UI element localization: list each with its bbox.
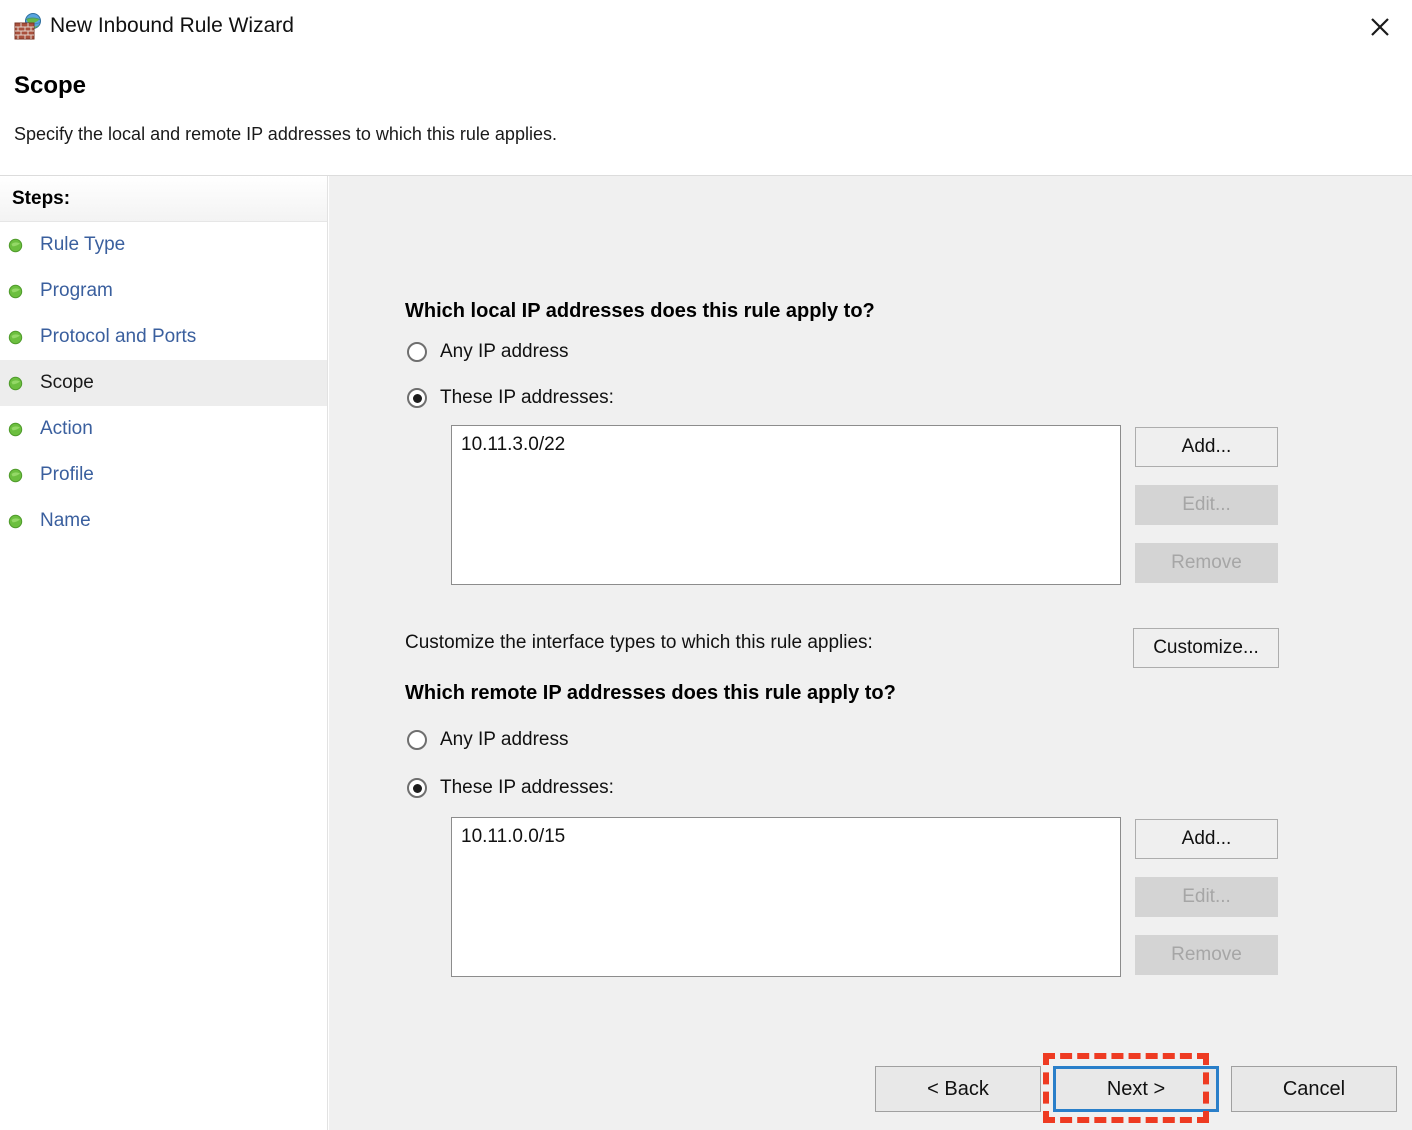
local-ip-heading: Which local IP addresses does this rule … — [405, 300, 875, 322]
next-button[interactable]: Next > — [1053, 1066, 1219, 1112]
remote-ip-listbox[interactable]: 10.11.0.0/15 — [451, 817, 1121, 977]
steps-header-label: Steps: — [12, 188, 71, 209]
firewall-globe-icon — [12, 12, 42, 42]
remote-ip-heading: Which remote IP addresses does this rule… — [405, 682, 896, 704]
sidebar-item-label: Rule Type — [40, 234, 126, 255]
step-complete-icon — [8, 514, 23, 529]
local-these-ip-label: These IP addresses: — [440, 387, 614, 408]
remote-remove-button: Remove — [1135, 935, 1278, 975]
step-complete-icon — [8, 238, 23, 253]
step-complete-icon — [8, 330, 23, 345]
list-item[interactable]: 10.11.3.0/22 — [461, 434, 565, 456]
remote-any-ip-radio[interactable] — [407, 730, 427, 750]
sidebar-item-action[interactable]: Action — [0, 406, 327, 452]
remote-any-ip-label: Any IP address — [440, 729, 569, 750]
sidebar-item-label: Action — [40, 418, 93, 439]
page-subtitle: Specify the local and remote IP addresse… — [14, 124, 557, 144]
sidebar-item-label: Protocol and Ports — [40, 326, 197, 347]
step-complete-icon — [8, 468, 23, 483]
remote-any-ip-radio-row[interactable]: Any IP address — [407, 729, 569, 751]
steps-sidebar: Steps: Rule Type Program Protocol and Po… — [0, 176, 328, 1130]
steps-list: Rule Type Program Protocol and Ports Sco… — [0, 222, 327, 544]
step-complete-icon — [8, 422, 23, 437]
sidebar-item-protocol-and-ports[interactable]: Protocol and Ports — [0, 314, 327, 360]
sidebar-item-name[interactable]: Name — [0, 498, 327, 544]
local-any-ip-radio-row[interactable]: Any IP address — [407, 341, 569, 363]
sidebar-item-label: Program — [40, 280, 113, 301]
remote-these-ip-label: These IP addresses: — [440, 777, 614, 798]
step-complete-icon — [8, 376, 23, 391]
local-these-ip-radio[interactable] — [407, 388, 427, 408]
local-remove-button: Remove — [1135, 543, 1278, 583]
sidebar-item-label: Scope — [40, 372, 94, 393]
local-ip-listbox[interactable]: 10.11.3.0/22 — [451, 425, 1121, 585]
remote-add-button[interactable]: Add... — [1135, 819, 1278, 859]
local-add-button[interactable]: Add... — [1135, 427, 1278, 467]
remote-these-ip-radio[interactable] — [407, 778, 427, 798]
close-icon[interactable] — [1356, 4, 1404, 50]
local-any-ip-radio[interactable] — [407, 342, 427, 362]
list-item[interactable]: 10.11.0.0/15 — [461, 826, 565, 848]
sidebar-item-scope[interactable]: Scope — [0, 360, 327, 406]
window-title: New Inbound Rule Wizard — [50, 14, 294, 37]
sidebar-item-label: Name — [40, 510, 91, 531]
sidebar-item-profile[interactable]: Profile — [0, 452, 327, 498]
title-bar: New Inbound Rule Wizard — [0, 0, 1412, 56]
remote-edit-button: Edit... — [1135, 877, 1278, 917]
back-button[interactable]: < Back — [875, 1066, 1041, 1112]
step-complete-icon — [8, 284, 23, 299]
sidebar-item-label: Profile — [40, 464, 94, 485]
interface-types-label: Customize the interface types to which t… — [405, 632, 873, 653]
customize-button[interactable]: Customize... — [1133, 628, 1279, 668]
local-edit-button: Edit... — [1135, 485, 1278, 525]
sidebar-item-program[interactable]: Program — [0, 268, 327, 314]
page-title: Scope — [14, 72, 87, 99]
remote-these-ip-radio-row[interactable]: These IP addresses: — [407, 777, 614, 799]
cancel-button[interactable]: Cancel — [1231, 1066, 1397, 1112]
sidebar-item-rule-type[interactable]: Rule Type — [0, 222, 327, 268]
local-these-ip-radio-row[interactable]: These IP addresses: — [407, 387, 614, 409]
steps-header: Steps: — [0, 176, 327, 222]
content-pane: Which local IP addresses does this rule … — [329, 176, 1412, 1130]
local-any-ip-label: Any IP address — [440, 341, 569, 362]
